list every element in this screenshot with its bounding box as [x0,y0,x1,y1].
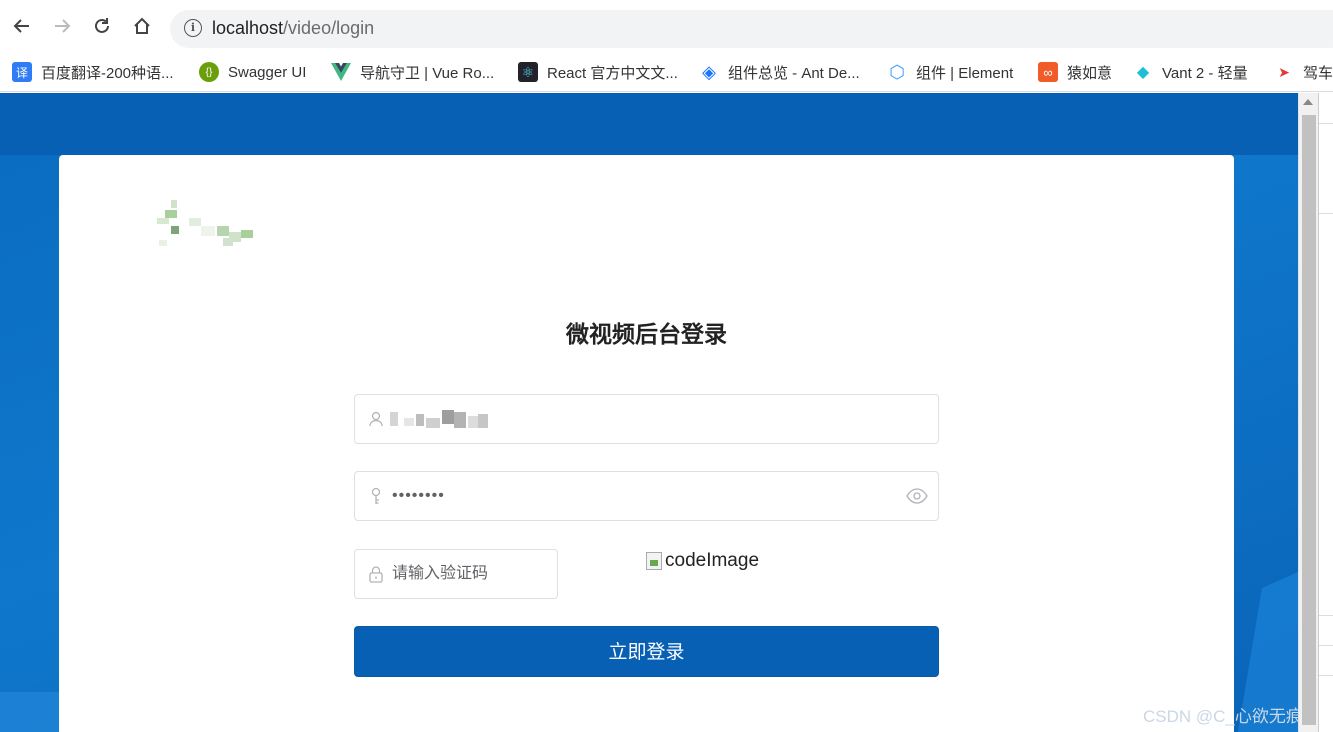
background-decoration-left [0,692,60,732]
bookmark-drive[interactable]: ➤ 驾车 [1274,60,1333,84]
app-logo [157,200,257,252]
back-icon[interactable] [10,14,34,38]
url-host: localhost [212,18,284,38]
home-icon[interactable] [130,14,154,38]
address-url[interactable]: localhost/video/login [212,18,374,39]
watermark: CSDN @C_心欲无痕 [1143,707,1303,726]
bookmark-label: Vant 2 - 轻量 [1162,64,1248,82]
bookmark-vue-router[interactable]: 导航守卫 | Vue Ro... [331,60,494,84]
password-field[interactable]: •••••••• [354,471,939,521]
password-value: •••••••• [392,487,445,504]
ant-design-icon: ◈ [699,62,719,82]
captcha-placeholder: 请输入验证码 [392,565,489,582]
element-icon: ⬡ [889,61,905,82]
bookmark-label: 百度翻译-200种语... [41,64,174,82]
bookmarks-bar: 译 百度翻译-200种语... {} Swagger UI 导航守卫 | Vue… [0,52,1333,92]
bookmark-ant-design[interactable]: ◈ 组件总览 - Ant De... [699,60,860,84]
page-viewport: 微视频后台登录 •••••••• 请输入验证码 codeImage 立即登录 [0,93,1298,732]
username-value-obscured [390,408,490,430]
bookmark-element[interactable]: ⬡ 组件 | Element [887,60,1013,84]
captcha-field[interactable]: 请输入验证码 [354,549,558,599]
devtools-divider [1319,675,1333,676]
devtools-divider [1319,615,1333,616]
devtools-divider [1319,213,1333,214]
bookmark-label: Swagger UI [228,63,307,81]
devtools-panel-edge [1318,93,1333,732]
bookmark-react[interactable]: ⚛ React 官方中文文... [518,60,678,84]
yuanruyi-icon: ∞ [1038,62,1058,82]
page-title: 微视频后台登录 [566,321,727,347]
compass-icon: ➤ [1274,62,1294,82]
devtools-divider [1319,123,1333,124]
address-bar[interactable]: i localhost/video/login [170,10,1333,48]
forward-icon[interactable] [50,14,74,38]
bookmark-label: 导航守卫 | Vue Ro... [360,64,495,82]
show-password-icon[interactable] [906,487,928,505]
bookmark-label: React 官方中文文... [547,64,678,82]
bookmark-vant[interactable]: ◆ Vant 2 - 轻量 [1133,60,1248,84]
vue-icon [331,62,351,82]
broken-image-icon [646,552,662,570]
captcha-image[interactable]: codeImage [646,550,759,572]
bookmark-swagger[interactable]: {} Swagger UI [199,60,306,84]
background-band [0,93,1298,155]
key-icon [371,487,381,504]
bookmark-label: 组件总览 - Ant De... [728,64,860,82]
scroll-up-icon[interactable] [1303,99,1313,105]
bookmark-label: 组件 | Element [916,64,1014,82]
translate-icon: 译 [12,62,32,82]
username-field[interactable] [354,394,939,444]
scroll-thumb[interactable] [1302,115,1316,725]
browser-toolbar: i localhost/video/login [0,0,1333,52]
react-icon: ⚛ [518,62,538,82]
login-card: 微视频后台登录 •••••••• 请输入验证码 codeImage 立即登录 [59,155,1234,732]
vertical-scrollbar[interactable] [1298,93,1318,732]
login-button[interactable]: 立即登录 [354,626,939,677]
bookmark-yuanruyi[interactable]: ∞ 猿如意 [1038,60,1112,84]
bookmark-label: 猿如意 [1067,64,1113,82]
swagger-icon: {} [199,62,219,82]
url-path: /video/login [283,18,375,38]
bookmark-label: 驾车 [1303,64,1333,82]
devtools-divider [1319,645,1333,646]
site-info-icon[interactable]: i [184,19,202,37]
captcha-image-alt: codeImage [665,550,760,571]
lock-icon [369,566,383,583]
reload-icon[interactable] [90,14,114,38]
vant-icon: ◆ [1136,64,1150,81]
user-icon [369,411,383,427]
bookmark-baidu-translate[interactable]: 译 百度翻译-200种语... [12,60,174,84]
